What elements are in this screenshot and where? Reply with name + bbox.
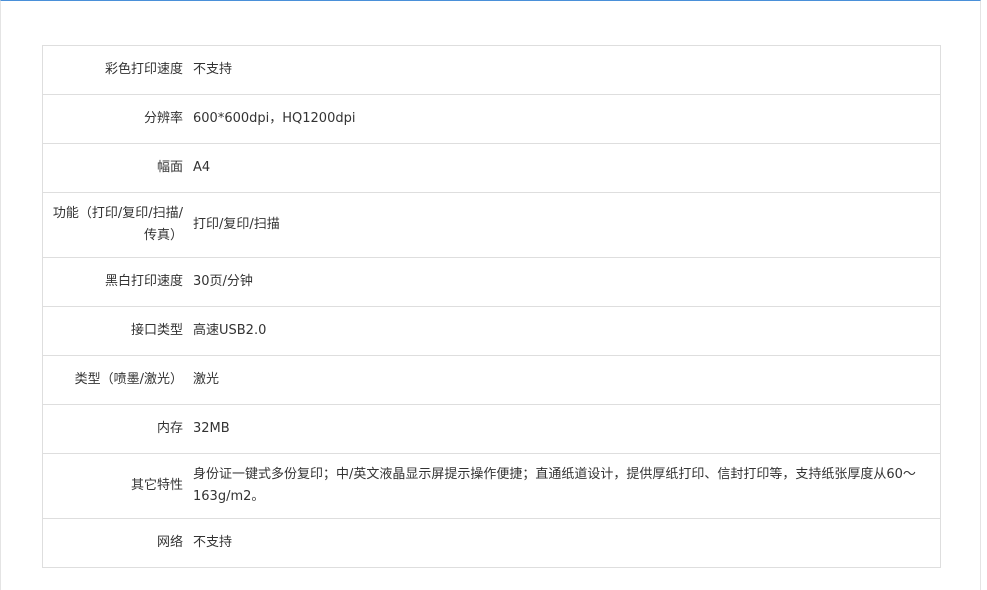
spec-label: 网络: [42, 518, 193, 568]
spec-label: 类型（喷墨/激光）: [42, 355, 193, 405]
spec-value: 激光: [193, 355, 941, 405]
spec-row-network: 网络 不支持: [42, 518, 941, 568]
spec-table: 彩色打印速度 不支持 分辨率 600*600dpi，HQ1200dpi 幅面 A…: [42, 45, 941, 568]
spec-row-mono-print-speed: 黑白打印速度 30页/分钟: [42, 257, 941, 307]
spec-value: 高速USB2.0: [193, 306, 941, 356]
spec-row-functions: 功能（打印/复印/扫描/传真） 打印/复印/扫描: [42, 192, 941, 258]
spec-value: 身份证一键式多份复印；中/英文液晶显示屏提示操作便捷；直通纸道设计，提供厚纸打印…: [193, 453, 941, 519]
spec-row-memory: 内存 32MB: [42, 404, 941, 454]
spec-row-resolution: 分辨率 600*600dpi，HQ1200dpi: [42, 94, 941, 144]
spec-value: 不支持: [193, 45, 941, 95]
spec-value: 32MB: [193, 404, 941, 454]
spec-value: 30页/分钟: [193, 257, 941, 307]
spec-value: 600*600dpi，HQ1200dpi: [193, 94, 941, 144]
spec-label: 接口类型: [42, 306, 193, 356]
spec-label: 其它特性: [42, 453, 193, 519]
spec-label: 分辨率: [42, 94, 193, 144]
spec-label: 幅面: [42, 143, 193, 193]
spec-label: 黑白打印速度: [42, 257, 193, 307]
spec-row-interface: 接口类型 高速USB2.0: [42, 306, 941, 356]
spec-label: 功能（打印/复印/扫描/传真）: [42, 192, 193, 258]
spec-label: 内存: [42, 404, 193, 454]
spec-value: 不支持: [193, 518, 941, 568]
spec-row-other-features: 其它特性 身份证一键式多份复印；中/英文液晶显示屏提示操作便捷；直通纸道设计，提…: [42, 453, 941, 519]
spec-row-type: 类型（喷墨/激光） 激光: [42, 355, 941, 405]
spec-value: 打印/复印/扫描: [193, 192, 941, 258]
spec-value: A4: [193, 143, 941, 193]
spec-row-paper-size: 幅面 A4: [42, 143, 941, 193]
spec-row-color-print-speed: 彩色打印速度 不支持: [42, 45, 941, 95]
spec-label: 彩色打印速度: [42, 45, 193, 95]
